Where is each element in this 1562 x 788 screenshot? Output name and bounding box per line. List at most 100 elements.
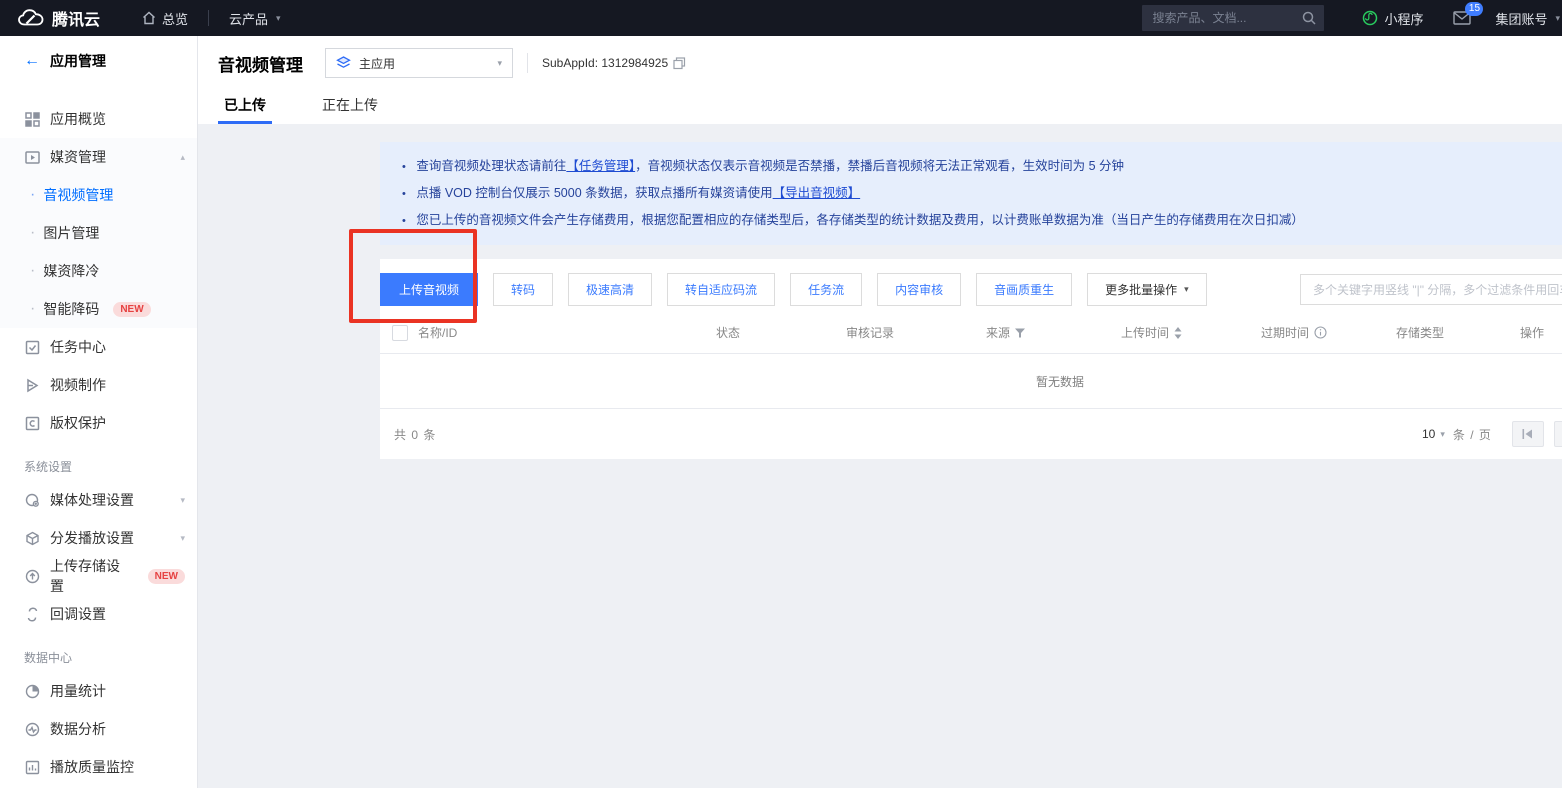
export-video-link[interactable]: 【导出音视频】 [773, 186, 861, 200]
sidebar-item-task-center[interactable]: 任务中心 [0, 328, 197, 366]
notice-line: 您已上传的音视频文件会产生存储费用，根据您配置相应的存储类型后，各存储类型的统计… [402, 207, 1562, 234]
bullet-icon: · [30, 187, 35, 203]
sidebar-back-app-management[interactable]: ← 应用管理 [0, 36, 197, 86]
task-management-link[interactable]: 【任务管理】 [566, 159, 635, 173]
task-check-icon [24, 339, 40, 355]
new-badge: NEW [148, 569, 185, 584]
prev-page-button[interactable] [1554, 421, 1562, 447]
topbar-account-menu[interactable]: 集团账号 ▾ [1481, 0, 1562, 36]
table-header-row: 名称/ID 状态 审核记录 来源 上传时间 过期时间 [380, 312, 1562, 354]
topbar-right: 小程序 15 集团账号 ▾ [1142, 0, 1562, 36]
notice-line: 点播 VOD 控制台仅展示 5000 条数据，获取点播所有媒资请使用【导出音视频… [402, 180, 1562, 207]
sidebar-item-usage-statistics[interactable]: 用量统计 [0, 672, 197, 710]
select-all-checkbox[interactable] [392, 325, 408, 341]
task-flow-button[interactable]: 任务流 [790, 273, 862, 306]
sidebar-item-distribution-playback-settings[interactable]: 分发播放设置 ▾ [0, 519, 197, 557]
content-area: 查询音视频处理状态请前往【任务管理】，音视频状态仅表示音视频是否禁播，禁播后音视… [198, 124, 1562, 788]
search-icon[interactable] [1302, 11, 1316, 25]
callback-link-icon [24, 606, 40, 622]
upload-video-button[interactable]: 上传音视频 [380, 273, 478, 306]
sidebar-item-label: 音视频管理 [43, 185, 113, 205]
content-audit-button[interactable]: 内容审核 [877, 273, 961, 306]
info-circle-icon[interactable] [1314, 326, 1327, 339]
sidebar-item-media-cooling[interactable]: · 媒资降冷 [0, 252, 197, 290]
account-label: 集团账号 [1495, 9, 1547, 28]
keyword-filter-input[interactable] [1300, 274, 1562, 305]
mail-count-badge: 15 [1465, 2, 1483, 16]
home-icon [142, 11, 156, 25]
page-size-select[interactable]: 10 ▾ [1422, 427, 1445, 441]
chevron-down-icon: ▾ [276, 13, 281, 24]
tab-uploaded[interactable]: 已上传 [218, 95, 272, 124]
sidebar-item-playback-quality-monitor[interactable]: 播放质量监控 [0, 748, 197, 786]
play-triangle-icon [24, 377, 40, 393]
pie-chart-icon [24, 683, 40, 699]
top-speed-codec-button[interactable]: 极速高清 [568, 273, 652, 306]
column-source: 来源 [980, 324, 1115, 341]
page-title: 音视频管理 [218, 51, 303, 76]
sidebar-item-callback-settings[interactable]: 回调设置 [0, 595, 197, 633]
subappid: SubAppId: 1312984925 [542, 56, 686, 70]
app-selector-dropdown[interactable]: 主应用 ▾ [325, 48, 513, 78]
bullet-icon: · [30, 263, 35, 279]
transcode-button[interactable]: 转码 [493, 273, 553, 306]
column-upload-time: 上传时间 [1115, 324, 1255, 341]
sort-arrows-icon[interactable] [1174, 327, 1182, 339]
sidebar-item-upload-storage-settings[interactable]: 上传存储设置 NEW [0, 557, 197, 595]
topbar-overview[interactable]: 总览 [128, 0, 202, 36]
sidebar-item-label: 媒体处理设置 [50, 490, 134, 510]
chevron-down-icon: ▾ [1184, 284, 1189, 295]
first-page-button[interactable] [1512, 421, 1544, 447]
adaptive-bitrate-button[interactable]: 转自适应码流 [667, 273, 775, 306]
bullet-icon: · [30, 225, 35, 241]
sidebar-item-label: 媒资降冷 [43, 261, 99, 281]
sidebar-item-image-management[interactable]: · 图片管理 [0, 214, 197, 252]
chevron-down-icon: ▾ [497, 58, 502, 69]
topbar-search-input[interactable] [1142, 5, 1324, 31]
topbar-mail[interactable]: 15 [1453, 11, 1471, 25]
sidebar-item-label: 版权保护 [50, 413, 106, 433]
column-name-id: 名称/ID [380, 324, 710, 341]
column-status: 状态 [710, 324, 840, 341]
vod-console-page: { "topbar": { "logo": "腾讯云", "overview":… [0, 0, 1562, 788]
sidebar-item-app-overview[interactable]: 应用概览 [0, 100, 197, 138]
sidebar-item-smart-bitrate[interactable]: · 智能降码 NEW [0, 290, 197, 328]
column-storage-type: 存储类型 [1390, 324, 1510, 341]
chevron-down-icon[interactable]: ▾ [180, 533, 185, 544]
sidebar-item-data-analysis[interactable]: 数据分析 [0, 710, 197, 748]
sidebar-item-audio-video-management[interactable]: · 音视频管理 [0, 176, 197, 214]
more-batch-actions-button[interactable]: 更多批量操作 ▾ [1087, 273, 1207, 306]
media-play-square-icon [24, 149, 40, 165]
sidebar-item-copyright-protection[interactable]: 版权保护 [0, 404, 197, 442]
copyright-icon [24, 415, 40, 431]
cloud-logo-icon [18, 9, 44, 27]
tab-uploading[interactable]: 正在上传 [316, 95, 384, 124]
sidebar-item-label: 分发播放设置 [50, 528, 134, 548]
filter-funnel-icon[interactable] [1015, 328, 1025, 338]
products-label: 云产品 [229, 9, 268, 28]
copy-icon[interactable] [673, 57, 686, 70]
sidebar-item-label: 用量统计 [50, 681, 106, 701]
sidebar-item-media-processing-settings[interactable]: 媒体处理设置 ▾ [0, 481, 197, 519]
topbar-products-menu[interactable]: 云产品 ▾ [215, 0, 295, 36]
sidebar-item-media-management[interactable]: 媒资管理 ▴ [0, 138, 197, 176]
sidebar-item-label: 回调设置 [50, 604, 106, 624]
chevron-up-icon[interactable]: ▴ [180, 152, 185, 163]
tencent-cloud-logo[interactable]: 腾讯云 [0, 6, 128, 30]
main-area: 音视频管理 主应用 ▾ SubAppId: 1312984925 已上传 正在上… [198, 36, 1562, 788]
tab-bar: 已上传 正在上传 [198, 90, 1562, 124]
topbar-miniprogram[interactable]: 小程序 [1348, 0, 1437, 36]
upload-circle-icon [24, 568, 40, 584]
sidebar-item-video-production[interactable]: 视频制作 [0, 366, 197, 404]
sidebar-item-label: 智能降码 [43, 299, 99, 319]
overview-label: 总览 [162, 9, 188, 28]
sidebar-section-system-settings: 系统设置 [0, 442, 197, 481]
grid-icon [24, 111, 40, 127]
sidebar: ← 应用管理 应用概览 媒资管理 ▴ · 音视频管理 · [0, 36, 198, 788]
column-expire-time: 过期时间 [1255, 324, 1390, 341]
chevron-down-icon[interactable]: ▾ [180, 495, 185, 506]
new-badge: NEW [113, 302, 150, 317]
remaster-button[interactable]: 音画质重生 [976, 273, 1072, 306]
app-selector-value: 主应用 [359, 55, 395, 72]
globe-box-icon [24, 530, 40, 546]
